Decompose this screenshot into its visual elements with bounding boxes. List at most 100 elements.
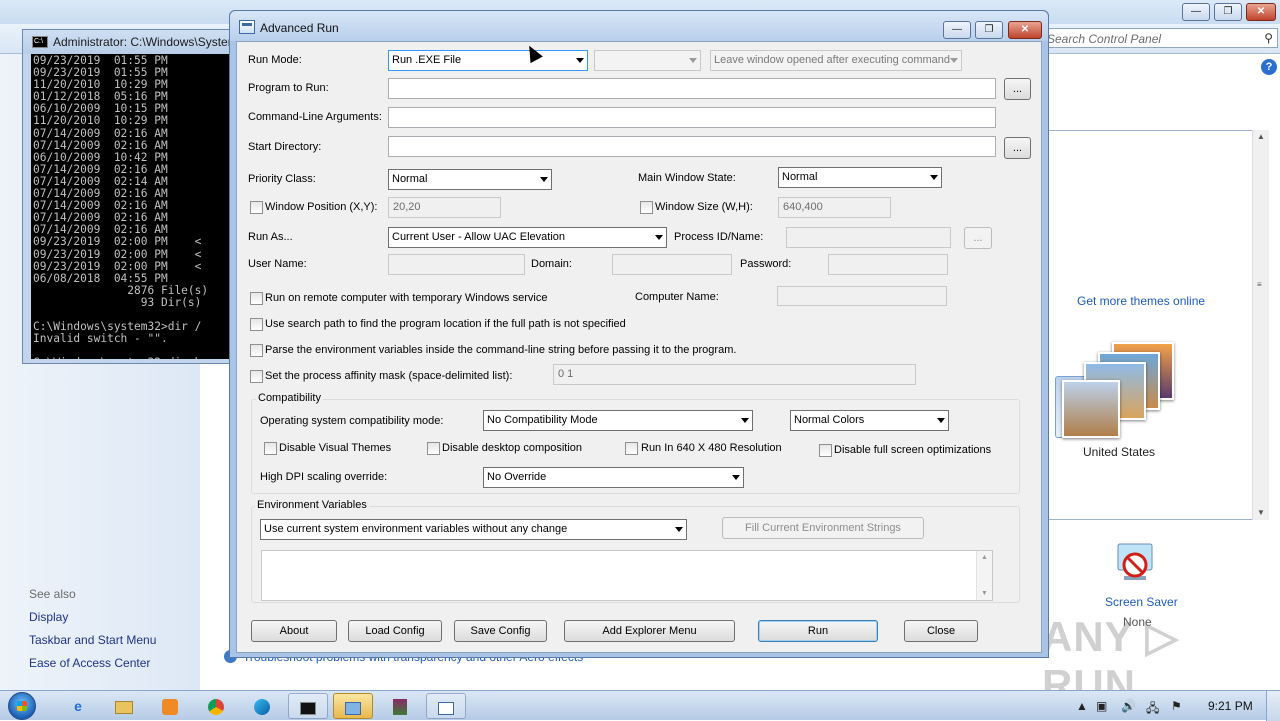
screen-saver-icon[interactable] (1112, 540, 1158, 586)
close-window-button[interactable]: ✕ (1008, 21, 1042, 39)
env-strings-textarea[interactable]: ▲ ▼ (261, 550, 993, 601)
tray-action-center-icon[interactable]: ▣ (1096, 699, 1107, 713)
computer-name-input[interactable] (777, 286, 947, 306)
os-compat-select[interactable]: No Compatibility Mode (483, 410, 753, 431)
show-desktop-button[interactable] (1266, 691, 1280, 721)
run-mode-secondary-select[interactable] (594, 50, 701, 71)
cmd-console[interactable]: 09/23/2019 01:55 PM 09/23/2019 01:55 PM … (31, 54, 231, 359)
run-640-label: Run In 640 X 480 Resolution (641, 442, 782, 454)
help-icon[interactable]: ? (1261, 59, 1277, 75)
themes-scrollbar[interactable]: ▲ ≡ ▼ (1252, 130, 1269, 520)
user-name-label: User Name: (248, 258, 307, 270)
taskbar-control-panel-icon[interactable] (333, 693, 373, 719)
see-also-link-display[interactable]: Display (29, 610, 68, 624)
user-name-input[interactable] (388, 254, 525, 275)
command-line-input[interactable] (388, 107, 996, 128)
domain-label: Domain: (531, 258, 572, 270)
taskbar-explorer-icon[interactable] (104, 693, 144, 719)
colors-select[interactable]: Normal Colors (790, 410, 949, 431)
high-dpi-value: No Override (487, 471, 547, 483)
see-also-link-taskbar[interactable]: Taskbar and Start Menu (29, 633, 156, 647)
get-more-themes-link[interactable]: Get more themes online (1077, 294, 1205, 308)
theme-thumbnail[interactable] (1062, 342, 1182, 438)
close-button[interactable]: Close (904, 620, 978, 642)
maximize-button[interactable]: ❐ (975, 21, 1003, 39)
disable-visual-themes-checkbox[interactable] (264, 442, 277, 455)
start-button[interactable] (8, 692, 36, 720)
scroll-down-icon[interactable]: ▼ (981, 590, 988, 597)
env-mode-select[interactable]: Use current system environment variables… (260, 519, 687, 540)
program-to-run-input[interactable] (388, 78, 996, 99)
tray-expand-icon[interactable]: ▲ (1076, 699, 1088, 713)
fill-env-button[interactable]: Fill Current Environment Strings (722, 517, 924, 539)
advanced-run-window[interactable]: Advanced Run — ❐ ✕ Run Mode: Run .EXE Fi… (229, 10, 1049, 658)
high-dpi-select[interactable]: No Override (483, 467, 744, 488)
run-as-select[interactable]: Current User - Allow UAC Elevation (388, 227, 667, 248)
flag-icon[interactable]: ⚑ (1171, 699, 1182, 713)
scroll-thumb-icon[interactable]: ≡ (1257, 280, 1262, 289)
domain-input[interactable] (612, 254, 732, 275)
run-640-checkbox[interactable] (625, 442, 638, 455)
window-position-checkbox[interactable] (250, 201, 263, 214)
chevron-down-icon (732, 475, 740, 480)
affinity-checkbox[interactable] (250, 370, 263, 383)
taskbar-chrome-icon[interactable] (196, 693, 236, 719)
program-to-run-label: Program to Run: (248, 82, 329, 94)
taskbar-advanced-run-icon[interactable] (426, 693, 466, 719)
taskbar-winrar-icon[interactable] (380, 693, 420, 719)
cp-maximize-button[interactable]: ❐ (1214, 3, 1242, 21)
password-input[interactable] (828, 254, 948, 275)
scroll-up-icon[interactable]: ▲ (1257, 132, 1265, 141)
run-as-label: Run As... (248, 231, 293, 243)
minimize-button[interactable]: — (943, 21, 971, 39)
browse-directory-button[interactable]: ... (1004, 137, 1031, 159)
remote-computer-label: Run on remote computer with temporary Wi… (265, 292, 548, 304)
add-explorer-menu-button[interactable]: Add Explorer Menu (564, 620, 735, 642)
volume-icon[interactable]: 🔊 (1121, 699, 1136, 713)
cp-minimize-button[interactable]: — (1182, 3, 1210, 21)
cmd-window[interactable]: C:\ Administrator: C:\Windows\System32\c… (22, 29, 300, 364)
network-icon[interactable]: 🖧 (1146, 699, 1159, 720)
env-scrollbar[interactable]: ▲ ▼ (976, 551, 992, 600)
taskbar-edge-icon[interactable] (242, 693, 282, 719)
affinity-input[interactable]: 0 1 (553, 364, 916, 385)
advanced-run-titlebar[interactable]: Advanced Run — ❐ ✕ (230, 11, 1048, 41)
parse-env-checkbox[interactable] (250, 344, 263, 357)
disable-desktop-composition-checkbox[interactable] (427, 442, 440, 455)
main-window-state-value: Normal (782, 171, 818, 183)
remote-computer-checkbox[interactable] (250, 292, 263, 305)
scroll-down-icon[interactable]: ▼ (1257, 508, 1265, 517)
chevron-down-icon (576, 58, 584, 63)
screen-saver-link[interactable]: Screen Saver (1105, 595, 1178, 609)
run-mode-select[interactable]: Run .EXE File (388, 50, 588, 71)
taskbar-ie-icon[interactable]: e (58, 693, 98, 719)
cmd-titlebar[interactable]: C:\ Administrator: C:\Windows\System32\c… (23, 30, 300, 54)
window-position-input[interactable]: 20,20 (388, 197, 501, 218)
search-icon[interactable]: ⚲ (1264, 31, 1273, 45)
priority-class-select[interactable]: Normal (388, 169, 552, 190)
search-path-checkbox[interactable] (250, 318, 263, 331)
see-also-link-ease-of-access[interactable]: Ease of Access Center (29, 656, 150, 670)
scroll-up-icon[interactable]: ▲ (981, 554, 988, 561)
main-window-state-select[interactable]: Normal (778, 167, 942, 188)
leave-window-select[interactable]: Leave window opened after executing comm… (710, 50, 962, 71)
window-size-checkbox[interactable] (640, 201, 653, 214)
disable-fullscreen-opt-checkbox[interactable] (819, 444, 832, 457)
run-button[interactable]: Run (758, 620, 878, 642)
see-also-heading: See also (29, 587, 76, 601)
chevron-down-icon (741, 418, 749, 423)
load-config-button[interactable]: Load Config (348, 620, 442, 642)
control-panel-search-input[interactable]: Search Control Panel ⚲ (1042, 28, 1278, 48)
high-dpi-label: High DPI scaling override: (260, 471, 388, 483)
browse-program-button[interactable]: ... (1004, 78, 1031, 100)
start-directory-input[interactable] (388, 136, 996, 157)
taskbar-media-player-icon[interactable] (150, 693, 190, 719)
window-size-input[interactable]: 640,400 (778, 197, 891, 218)
save-config-button[interactable]: Save Config (454, 620, 547, 642)
taskbar-clock[interactable]: 9:21 PM (1208, 699, 1253, 713)
browse-process-button[interactable]: ... (964, 227, 992, 249)
about-button[interactable]: About (251, 620, 337, 642)
cp-close-button[interactable]: ✕ (1246, 3, 1276, 21)
taskbar-cmd-icon[interactable] (288, 693, 328, 719)
process-id-input[interactable] (786, 227, 951, 248)
